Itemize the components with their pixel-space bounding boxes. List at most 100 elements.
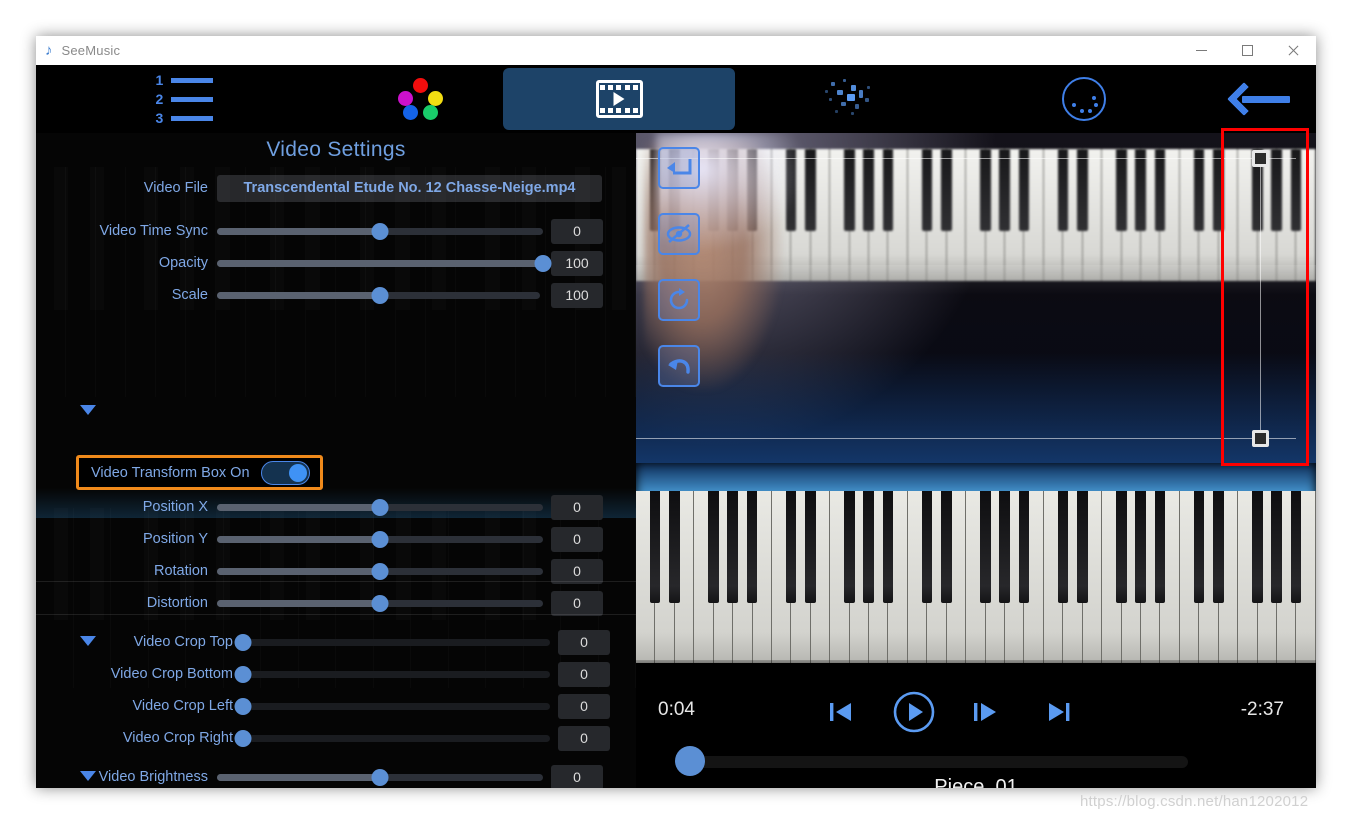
eye-off-glyph [666, 224, 692, 243]
position-x-value[interactable]: 0 [551, 494, 603, 520]
row-label: Video Crop Right [122, 730, 233, 746]
setting-row-scale: Scale 100 [36, 279, 636, 311]
row-label: Opacity [158, 255, 208, 271]
video-brightness-slider[interactable] [217, 761, 543, 788]
previous-track-button[interactable] [821, 694, 859, 730]
app-window: ♪ SeeMusic 1 2 3 Video Settings Video Fi… [36, 36, 1316, 788]
piece-name: Piece_01 [934, 776, 1018, 788]
position-y-slider[interactable] [217, 523, 543, 555]
video-time-sync-slider[interactable] [217, 215, 543, 247]
list-number: 3 [155, 110, 164, 126]
row-label: Rotation [153, 563, 208, 579]
nav-item-particle-effects[interactable] [791, 70, 911, 128]
seek-thumb[interactable] [675, 746, 705, 776]
video-crop-right-value[interactable]: 0 [558, 725, 610, 751]
setting-row-position-y: Position Y 0 [36, 523, 636, 555]
minimize-button[interactable] [1178, 36, 1224, 65]
film-strip-icon [595, 80, 643, 118]
maximize-button[interactable] [1224, 36, 1270, 65]
position-y-value[interactable]: 0 [551, 526, 603, 552]
rotation-value[interactable]: 0 [551, 558, 603, 584]
row-label: Scale [171, 287, 208, 303]
setting-row-video-time-sync: Video Time Sync 0 [36, 215, 636, 247]
row-label: Position X [142, 499, 208, 515]
opacity-value[interactable]: 100 [551, 250, 603, 276]
reset-rotate-icon[interactable] [658, 279, 700, 321]
scale-slider[interactable] [217, 279, 543, 311]
opacity-slider[interactable] [217, 247, 552, 279]
skip-forward-icon [1049, 703, 1070, 721]
video-brightness-value[interactable]: 0 [551, 764, 603, 788]
elapsed-time: 0:04 [658, 699, 695, 720]
video-transform-box-label: Video Transform Box On [91, 464, 250, 481]
video-crop-left-slider[interactable] [234, 690, 550, 722]
setting-row-crop-right: Video Crop Right 0 [36, 722, 636, 754]
video-file-row: Video File Transcendental Etude No. 12 C… [36, 173, 636, 203]
row-label: Video Crop Top [133, 634, 233, 650]
window-controls [1178, 36, 1316, 65]
numbered-list-icon: 1 2 3 [156, 73, 213, 125]
back-arrow-icon [1227, 82, 1290, 116]
transport-controls: 0:04 -2:37 Piece_01 [636, 678, 1316, 788]
close-button[interactable] [1270, 36, 1316, 65]
video-time-sync-value[interactable]: 0 [551, 218, 603, 244]
sparkle-particles-icon [821, 76, 881, 122]
video-crop-bottom-slider[interactable] [234, 658, 550, 690]
nav-item-song-list[interactable]: 1 2 3 [124, 70, 244, 128]
setting-row-opacity: Opacity 100 [36, 247, 636, 279]
video-crop-left-value[interactable]: 0 [558, 693, 610, 719]
scale-value[interactable]: 100 [551, 282, 603, 308]
undo-glyph [668, 359, 690, 374]
video-file-label: Video File [143, 180, 208, 196]
nav-item-video-settings[interactable] [503, 68, 735, 130]
video-crop-top-value[interactable]: 0 [558, 629, 610, 655]
seek-bar[interactable] [676, 756, 1188, 768]
transform-handle-top-right[interactable] [1252, 150, 1269, 167]
circle-dots-icon [1062, 77, 1106, 121]
nav-item-ball-settings[interactable] [1024, 70, 1144, 128]
transform-box-top-edge [636, 158, 1296, 159]
video-crop-right-slider[interactable] [234, 722, 550, 754]
play-circle-icon [893, 691, 935, 733]
page-title: Video Settings [266, 138, 406, 161]
setting-row-position-x: Position X 0 [36, 491, 636, 523]
video-transform-box-toggle-row[interactable]: Video Transform Box On [76, 455, 323, 490]
step-forward-button[interactable] [966, 694, 1006, 730]
video-file-field[interactable]: Transcendental Etude No. 12 Chasse-Neige… [217, 174, 602, 202]
video-crop-top-slider[interactable] [234, 626, 550, 658]
setting-row-crop-bottom: Video Crop Bottom 0 [36, 658, 636, 690]
transform-handle-bottom-right[interactable] [1252, 430, 1269, 447]
play-button[interactable] [890, 691, 938, 733]
collapse-triangle-transform[interactable] [80, 405, 96, 415]
setting-row-crop-left: Video Crop Left 0 [36, 690, 636, 722]
rotate-glyph [669, 288, 689, 310]
distortion-value[interactable]: 0 [551, 590, 603, 616]
hide-eye-icon[interactable] [658, 213, 700, 255]
setting-row-crop-top: Video Crop Top 0 [36, 626, 636, 658]
row-label: Position Y [142, 531, 208, 547]
row-label: Video Crop Left [132, 698, 234, 714]
video-settings-panel: Video Settings Video File Transcendental… [36, 133, 636, 788]
next-track-button[interactable] [1040, 694, 1080, 730]
list-number: 1 [155, 72, 164, 88]
video-crop-bottom-value[interactable]: 0 [558, 661, 610, 687]
transform-box-right-edge [1260, 158, 1261, 439]
nav-item-color-settings[interactable] [361, 70, 481, 128]
top-navigation-bar: 1 2 3 [36, 65, 1316, 133]
row-label: Video Crop Bottom [110, 666, 233, 682]
video-preview[interactable] [636, 133, 1316, 463]
move-left-icon[interactable] [658, 147, 700, 189]
step-forward-icon [974, 703, 996, 721]
move-left-glyph [667, 159, 692, 175]
skip-back-icon [830, 703, 851, 721]
video-transform-box-toggle[interactable] [260, 460, 310, 485]
nav-item-back[interactable] [1201, 70, 1321, 128]
remaining-time: -2:37 [1240, 699, 1284, 720]
watermark: https://blog.csdn.net/han1202012 [1080, 793, 1309, 810]
position-x-slider[interactable] [217, 491, 543, 523]
row-label: Video Time Sync [99, 223, 208, 239]
main-body: Video Settings Video File Transcendental… [36, 133, 1316, 788]
undo-icon[interactable] [658, 345, 700, 387]
window-titlebar: ♪ SeeMusic [36, 36, 1316, 65]
rotation-slider[interactable] [217, 555, 543, 587]
